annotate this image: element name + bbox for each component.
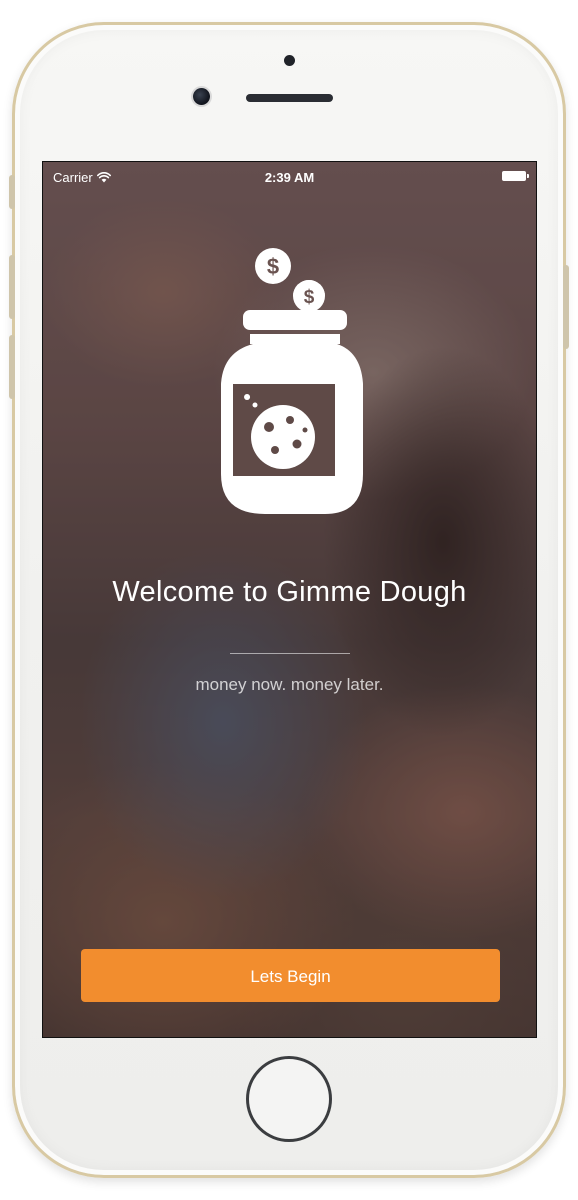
earpiece-speaker [246,94,333,102]
title-divider [230,653,350,654]
home-button[interactable] [246,1056,332,1142]
status-bar: Carrier 2:39 AM [43,162,536,192]
tagline: money now. money later. [195,675,384,694]
volume-down-button [9,335,15,399]
battery-icon [502,171,529,181]
front-camera [193,88,210,105]
svg-text:$: $ [267,254,279,279]
welcome-title: Welcome to Gimme Dough [112,576,467,608]
cookie-jar-with-coins-icon: $ $ [221,248,363,514]
app-screen: Carrier 2:39 AM $ $ Welcome to Gimme Dou… [42,161,537,1038]
status-time: 2:39 AM [264,170,315,185]
proximity-sensor [284,55,295,66]
mute-switch [9,175,15,209]
lets-begin-button[interactable]: Lets Begin [81,949,500,1002]
volume-up-button [9,255,15,319]
svg-text:$: $ [304,287,315,308]
power-button [563,265,569,349]
